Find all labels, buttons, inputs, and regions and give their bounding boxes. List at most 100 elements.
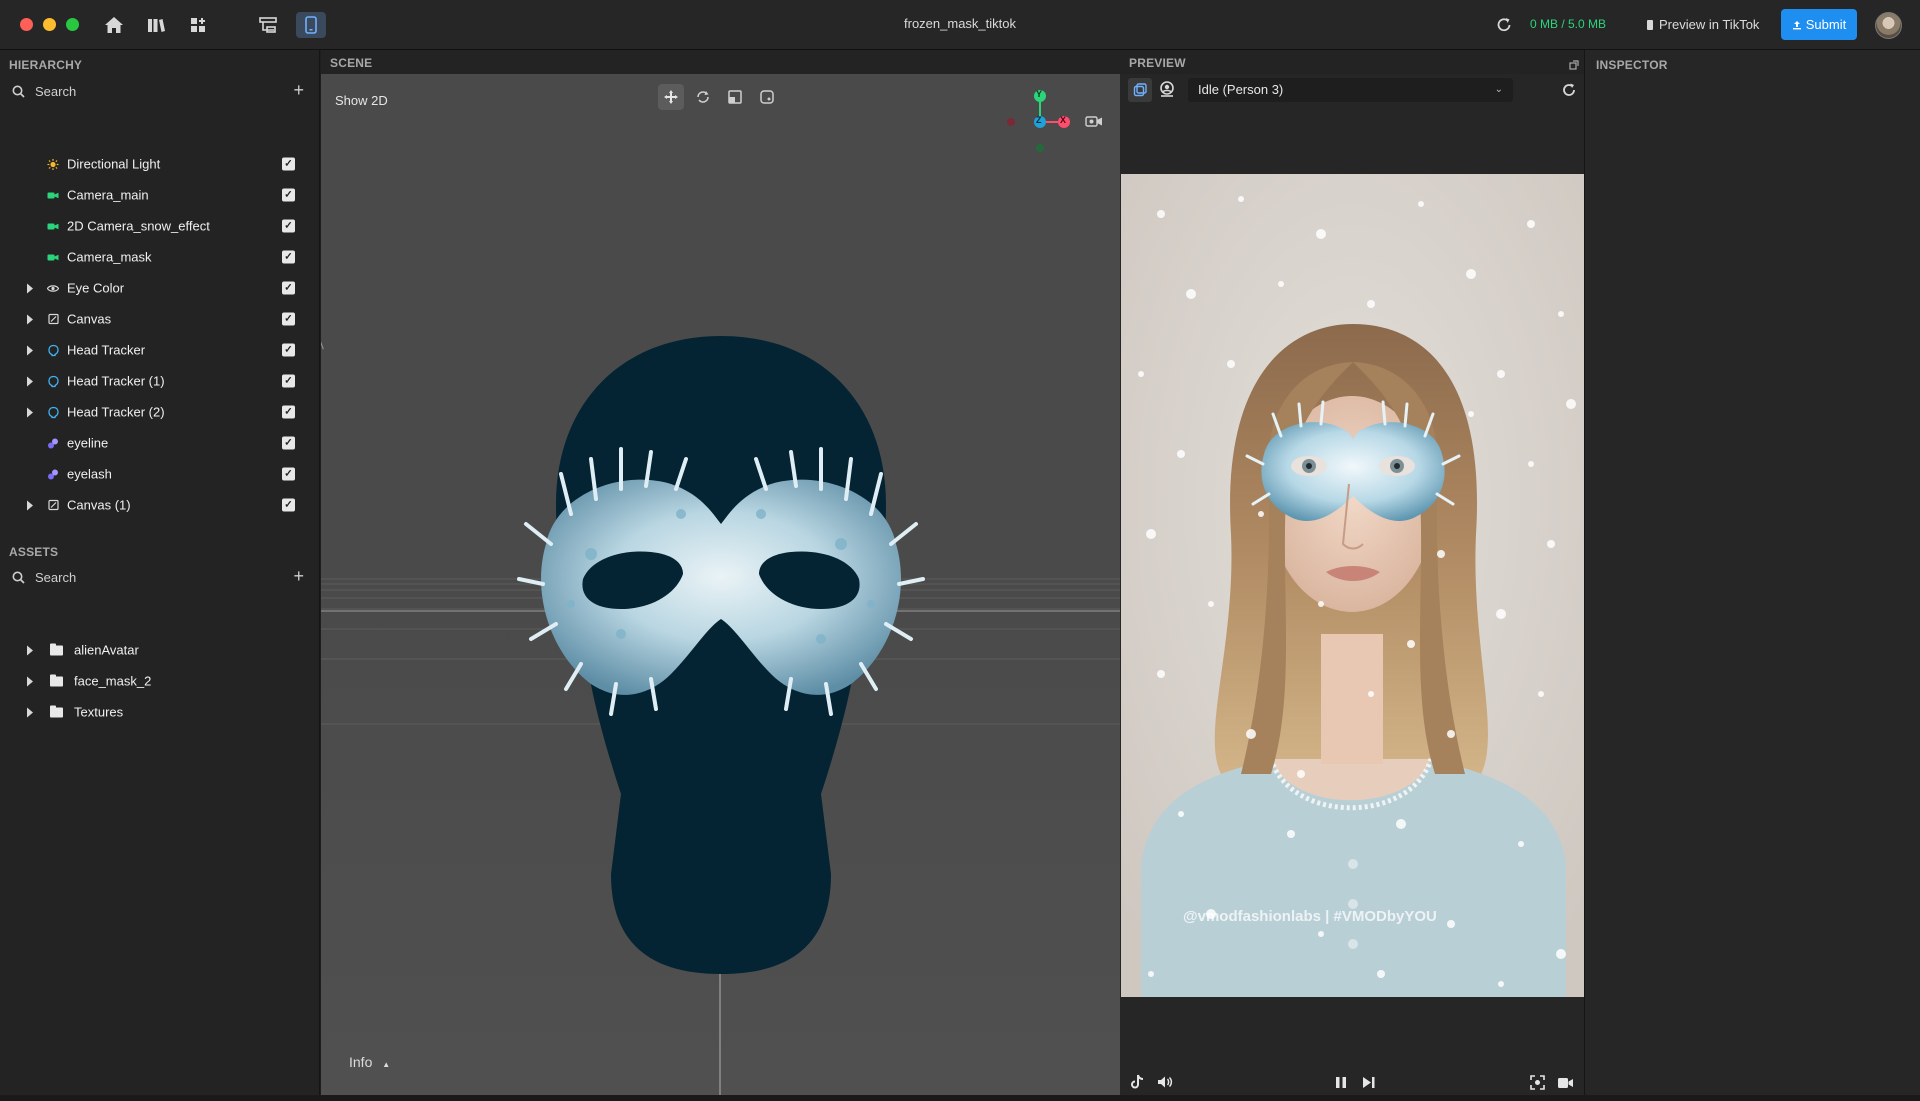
title-bar: frozen_mask_tiktok 0 MB / 5.0 MB Preview… [0,0,1920,50]
layout-icon[interactable] [255,12,281,38]
camera-view-icon[interactable] [1085,114,1103,133]
visibility-checkbox[interactable]: ✓ [282,405,295,419]
hierarchy-search[interactable]: Search + [12,81,312,101]
visibility-checkbox[interactable]: ✓ [282,374,295,388]
camera-icon [47,251,59,263]
hierarchy-item-label: Camera_mask [67,249,152,265]
preview-in-tiktok-label: Preview in TikTok [1659,17,1760,32]
hierarchy-item-label: Canvas (1) [67,497,131,513]
maximize-window-button[interactable] [66,18,79,31]
add-object-icon[interactable] [186,12,212,38]
visibility-checkbox[interactable]: ✓ [282,498,295,512]
visibility-checkbox[interactable]: ✓ [282,188,295,202]
hierarchy-item[interactable]: eyelash ✓ [0,459,320,490]
hierarchy-item[interactable]: Head Tracker (2) ✓ [0,397,320,428]
left-panel: HIERARCHY Search + Directional Light ✓ Cam… [0,50,320,1101]
phone-preview-icon[interactable] [296,12,326,38]
record-video-icon[interactable] [1557,1076,1574,1094]
show-2d-toggle[interactable]: Show 2D [335,93,388,108]
refresh-icon[interactable] [1491,12,1517,38]
hierarchy-item[interactable]: Head Tracker (1) ✓ [0,366,320,397]
expand-arrow-icon[interactable] [27,283,33,293]
app-window: frozen_mask_tiktok 0 MB / 5.0 MB Preview… [0,0,1920,1101]
avatar[interactable] [1875,12,1902,39]
expand-arrow-icon[interactable] [27,345,33,355]
hierarchy-item-label: Canvas [67,311,112,327]
submit-label: Submit [1805,17,1847,32]
camera-icon [47,220,59,232]
bottom-strip [0,1095,1920,1101]
visibility-checkbox[interactable]: ✓ [282,219,295,233]
add-object-button[interactable]: + [293,81,304,99]
canvas-icon [47,499,59,511]
hierarchy-item-label: eyelash [67,466,112,482]
hierarchy-item[interactable]: Canvas (1) ✓ [0,490,320,521]
visibility-checkbox[interactable]: ✓ [282,250,295,264]
submit-button[interactable]: Submit [1781,9,1857,40]
scene-viewport[interactable]: Show 2D Y X Z Info ▲ [321,74,1120,1095]
library-icon[interactable] [143,12,169,38]
hierarchy-item[interactable]: Camera_main ✓ [0,180,320,211]
step-forward-icon[interactable] [1362,1076,1376,1094]
close-window-button[interactable] [20,18,33,31]
expand-arrow-icon[interactable] [27,500,33,510]
move-tool-icon[interactable] [658,84,684,110]
asset-item[interactable]: face_mask_2 [0,666,320,697]
volume-icon[interactable] [1157,1075,1173,1094]
expand-arrow-icon[interactable] [27,376,33,386]
visibility-checkbox[interactable]: ✓ [282,281,295,295]
hierarchy-item-label: 2D Camera_snow_effect [67,218,210,234]
hierarchy-search-input[interactable]: Search [35,84,76,99]
hierarchy-title: HIERARCHY [9,58,83,72]
hierarchy-item[interactable]: eyeline ✓ [0,428,320,459]
preview-in-tiktok-button[interactable]: Preview in TikTok [1646,17,1759,32]
assets-search[interactable]: Search + [12,567,312,587]
tiktok-icon[interactable] [1130,1074,1144,1095]
chevron-down-icon: ⌄ [1494,84,1503,95]
preview-watermark: @vmodfashionlabs | #VMODbyYOU [1183,908,1437,925]
hierarchy-item-label: Directional Light [67,156,161,172]
gizmo-label-z: Z [1036,115,1042,125]
person-select[interactable]: Idle (Person 3) ⌄ [1188,78,1513,102]
folder-icon [50,674,63,686]
home-icon[interactable] [101,12,127,38]
person-icon[interactable] [1158,80,1176,103]
hierarchy-item-label: Head Tracker (2) [67,404,165,420]
visibility-checkbox[interactable]: ✓ [282,312,295,326]
visibility-checkbox[interactable]: ✓ [282,467,295,481]
screenshot-icon[interactable] [1530,1075,1545,1095]
minimize-window-button[interactable] [43,18,56,31]
head-icon [47,375,59,387]
info-toggle[interactable]: Info ▲ [349,1054,390,1070]
hierarchy-item[interactable]: Head Tracker ✓ [0,335,320,366]
expand-arrow-icon[interactable] [27,707,33,717]
scene-grid [321,90,1120,1095]
scale-tool-icon[interactable] [722,84,748,110]
add-asset-button[interactable]: + [293,567,304,585]
visibility-checkbox[interactable]: ✓ [282,157,295,171]
assets-search-input[interactable]: Search [35,570,76,585]
head-icon [47,406,59,418]
rotate-tool-icon[interactable] [690,84,716,110]
hierarchy-item[interactable]: Directional Light ✓ [0,149,320,180]
hierarchy-item-label: Camera_main [67,187,149,203]
asset-item[interactable]: alienAvatar [0,635,320,666]
expand-arrow-icon[interactable] [27,314,33,324]
expand-arrow-icon[interactable] [27,407,33,417]
hierarchy-item[interactable]: 2D Camera_snow_effect ✓ [0,211,320,242]
rect-tool-icon[interactable] [754,84,780,110]
visibility-checkbox[interactable]: ✓ [282,343,295,357]
pause-icon[interactable] [1335,1076,1347,1094]
reset-preview-icon[interactable] [1560,81,1578,104]
hierarchy-item[interactable]: Eye Color ✓ [0,273,320,304]
preview-mode-icon[interactable] [1128,78,1152,102]
expand-arrow-icon[interactable] [27,676,33,686]
preview-header: PREVIEW [1120,50,1584,74]
hierarchy-item[interactable]: Camera_mask ✓ [0,242,320,273]
popout-icon[interactable] [1569,57,1579,75]
sun-icon [47,158,59,170]
visibility-checkbox[interactable]: ✓ [282,436,295,450]
asset-item[interactable]: Textures [0,697,320,728]
hierarchy-item[interactable]: Canvas ✓ [0,304,320,335]
expand-arrow-icon[interactable] [27,645,33,655]
